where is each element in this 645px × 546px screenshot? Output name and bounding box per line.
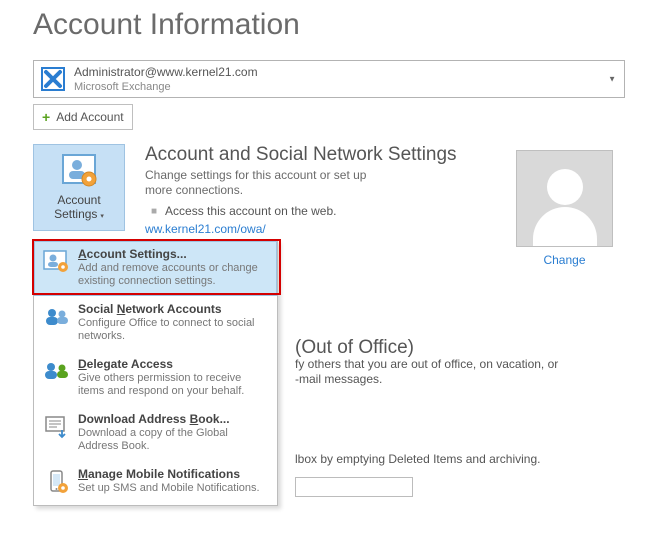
settings-button-line1: Account [57,193,100,207]
cleanup-line-fragment: lbox by emptying Deleted Items and archi… [295,452,635,467]
people-icon [42,304,72,332]
menu-item-desc: Download a copy of the Global Address Bo… [78,427,269,453]
bullet-icon: ■ [151,206,157,217]
menu-item-desc: Configure Office to connect to social ne… [78,317,269,343]
menu-item-account-settings[interactable]: Account Settings... Add and remove accou… [34,241,277,296]
ooo-title-fragment: (Out of Office) [295,340,635,355]
address-book-icon [42,414,72,442]
avatar-placeholder [516,150,613,247]
account-type: Microsoft Exchange [74,80,258,94]
account-email: Administrator@www.kernel21.com [74,65,258,79]
exchange-icon [38,64,68,94]
account-settings-dropdown: Account Settings... Add and remove accou… [33,240,278,506]
menu-item-title: Account Settings... [78,247,269,261]
menu-item-title: Download Address Book... [78,412,269,426]
account-settings-icon [57,151,101,191]
chevron-down-icon: ▾ [100,213,104,220]
textbox-fragment[interactable] [295,477,413,497]
menu-item-desc: Set up SMS and Mobile Notifications. [78,482,260,495]
ooo-line1-fragment: fy others that you are out of office, on… [295,357,635,372]
account-selector[interactable]: Administrator@www.kernel21.com Microsoft… [33,60,625,98]
settings-button-line2: Settings [54,207,97,221]
menu-item-mobile-notifications[interactable]: Manage Mobile Notifications Set up SMS a… [34,461,277,505]
access-web-text: Access this account on the web. [165,204,336,218]
menu-item-title: Social Network Accounts [78,302,269,316]
menu-item-desc: Add and remove accounts or change existi… [78,262,269,288]
menu-item-title: Delegate Access [78,357,269,371]
account-settings-icon [42,249,72,277]
change-photo-link[interactable]: Change [516,253,613,267]
plus-icon: + [42,109,50,125]
menu-item-desc: Give others permission to receive items … [78,372,269,398]
delegate-icon [42,359,72,387]
chevron-down-icon: ▼ [608,75,616,84]
settings-section-desc: Change settings for this account or set … [145,168,395,198]
page-title: Account Information [33,8,645,42]
account-settings-dropdown-button[interactable]: Account Settings▾ [33,144,125,231]
menu-item-social-network[interactable]: Social Network Accounts Configure Office… [34,296,277,351]
menu-item-download-address-book[interactable]: Download Address Book... Download a copy… [34,406,277,461]
ooo-line2-fragment: -mail messages. [295,372,635,387]
add-account-button[interactable]: + Add Account [33,104,133,130]
mobile-icon [42,469,72,497]
menu-item-delegate-access[interactable]: Delegate Access Give others permission t… [34,351,277,406]
add-account-label: Add Account [56,110,123,124]
menu-item-title: Manage Mobile Notifications [78,467,260,481]
